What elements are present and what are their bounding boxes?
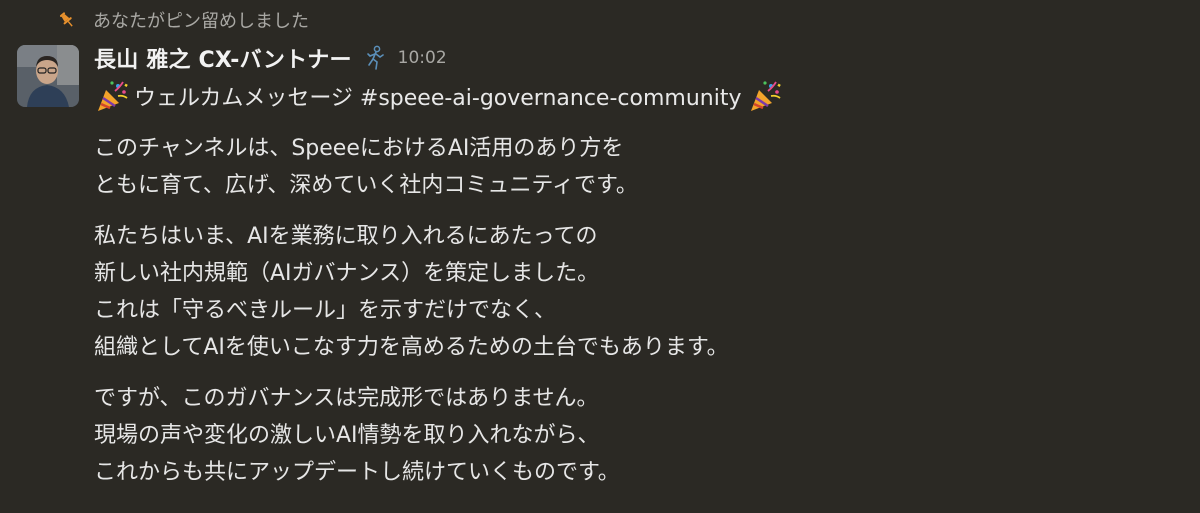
avatar[interactable] bbox=[17, 45, 79, 107]
paragraph: このチャンネルは、SpeeeにおけるAI活用のあり方を ともに育て、広げ、深めて… bbox=[94, 130, 1184, 204]
message-title-text: ウェルカムメッセージ #speee-ai-governance-communit… bbox=[134, 86, 742, 111]
message-body: このチャンネルは、SpeeeにおけるAI活用のあり方を ともに育て、広げ、深めて… bbox=[94, 130, 1184, 491]
message: 長山 雅之 CX-バントナー 10:02 ウェルカムメッセージ #speee-a… bbox=[94, 40, 1184, 491]
message-title: ウェルカムメッセージ #speee-ai-governance-communit… bbox=[94, 76, 1184, 116]
runner-icon[interactable] bbox=[362, 45, 388, 71]
timestamp[interactable]: 10:02 bbox=[398, 48, 447, 68]
text-line: 新しい社内規範（AIガバナンス）を策定しました。 bbox=[94, 261, 600, 286]
text-line: このチャンネルは、SpeeeにおけるAI活用のあり方を bbox=[94, 136, 624, 161]
text-line: これからも共にアップデートし続けていくものです。 bbox=[94, 460, 620, 485]
text-line: これは「守るべきルール」を示すだけでなく、 bbox=[94, 298, 557, 323]
pinned-notice-text: あなたがピン留めしました bbox=[93, 11, 309, 32]
paragraph: ですが、このガバナンスは完成形ではありません。 現場の声や変化の激しいAI情勢を… bbox=[94, 380, 1184, 491]
author-name[interactable]: 長山 雅之 CX-バントナー bbox=[94, 42, 352, 74]
text-line: ともに育て、広げ、深めていく社内コミュニティです。 bbox=[94, 173, 638, 198]
text-line: 組織としてAIを使いこなす力を高めるための土台でもあります。 bbox=[94, 335, 729, 360]
text-line: 現場の声や変化の激しいAI情勢を取り入れながら、 bbox=[94, 423, 600, 448]
paragraph: 私たちはいま、AIを業務に取り入れるにあたっての 新しい社内規範（AIガバナンス… bbox=[94, 218, 1184, 366]
message-header: 長山 雅之 CX-バントナー 10:02 bbox=[94, 40, 1184, 76]
party-popper-icon bbox=[94, 78, 130, 114]
text-line: ですが、このガバナンスは完成形ではありません。 bbox=[94, 386, 599, 411]
party-popper-icon bbox=[747, 78, 783, 114]
pinned-notice: あなたがピン留めしました bbox=[58, 8, 309, 32]
pin-icon bbox=[58, 11, 76, 29]
text-line: 私たちはいま、AIを業務に取り入れるにあたっての bbox=[94, 224, 598, 249]
